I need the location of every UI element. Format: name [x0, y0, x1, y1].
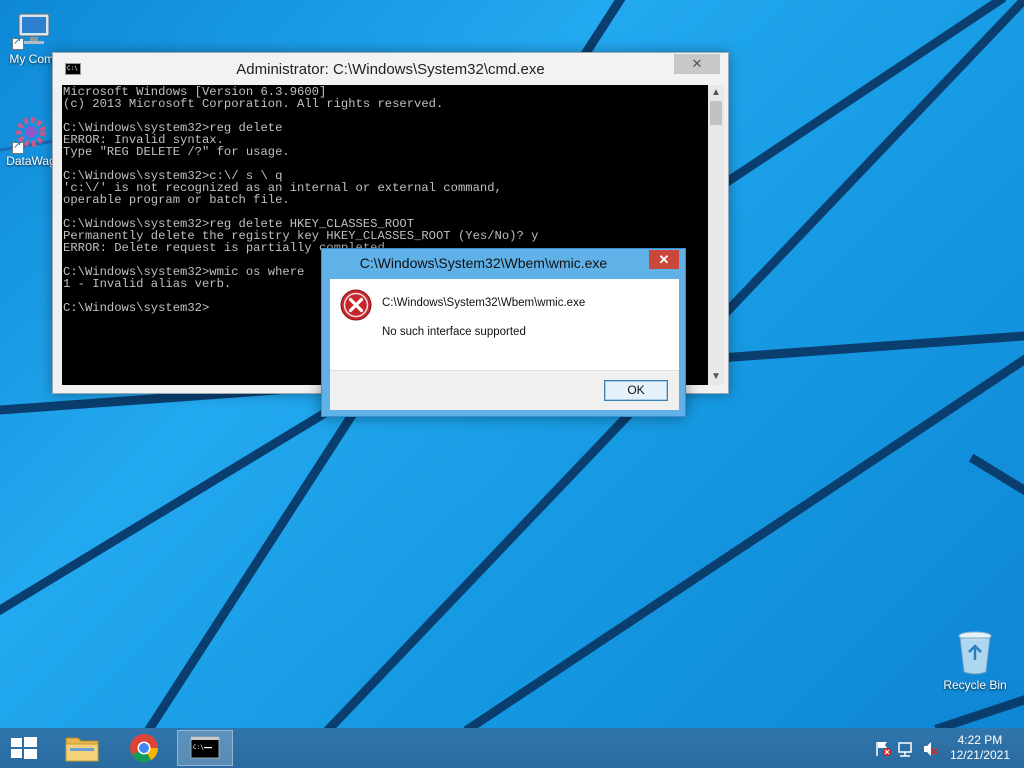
svg-text:C:\: C:\ [193, 744, 204, 751]
recycle-bin-icon [958, 631, 992, 675]
windows-start-icon [11, 737, 37, 759]
scroll-down-icon[interactable]: ▼ [708, 369, 724, 385]
action-center-flag-icon [876, 742, 891, 756]
clock-time: 4:22 PM [957, 733, 1003, 747]
scroll-up-icon[interactable]: ▲ [708, 85, 724, 101]
ok-button[interactable]: OK [604, 380, 668, 401]
taskbar-chrome[interactable] [116, 730, 172, 766]
dialog-path-text: C:\Windows\System32\Wbem\wmic.exe [382, 297, 586, 309]
tray-icons [876, 742, 938, 757]
clock-date: 12/21/2021 [949, 748, 1010, 762]
close-icon: ✕ [658, 252, 670, 267]
console-line: (c) 2013 Microsoft Corporation. All righ… [63, 97, 444, 111]
taskbar: C:\ 4:22 PM 12/21/2021 [0, 728, 1024, 768]
start-button[interactable] [0, 730, 48, 766]
desktop-icon-label: Recycle Bin [943, 678, 1007, 692]
error-icon [340, 289, 372, 321]
dialog-message: No such interface supported [382, 326, 526, 338]
error-dialog[interactable]: C:\Windows\System32\Wbem\wmic.exe ✕ C:\W… [321, 248, 686, 417]
network-icon [898, 742, 912, 757]
cmd-titlebar[interactable]: Administrator: C:\Windows\System32\cmd.e… [53, 53, 728, 85]
taskbar-command-prompt[interactable]: C:\ [177, 730, 233, 766]
close-icon: ✕ [691, 56, 703, 71]
system-tray [872, 728, 942, 768]
dialog-body: C:\Windows\System32\Wbem\wmic.exe No suc… [330, 279, 679, 370]
dialog-title: C:\Windows\System32\Wbem\wmic.exe [359, 255, 608, 271]
cmd-scrollbar[interactable]: ▲ ▼ [708, 85, 724, 385]
cmd-window-title: Administrator: C:\Windows\System32\cmd.e… [236, 61, 545, 78]
console-line: Type "REG DELETE /?" for usage. [63, 145, 290, 159]
volume-muted-icon [924, 742, 938, 756]
scroll-thumb[interactable] [710, 101, 722, 125]
cmd-icon: C:\ [190, 736, 220, 759]
dialog-close-button[interactable]: ✕ [649, 250, 679, 269]
dialog-footer: OK [330, 370, 679, 410]
desktop-icon-recycle-bin[interactable]: Recycle Bin [940, 630, 1010, 692]
console-line: operable program or batch file. [63, 193, 290, 207]
taskbar-clock[interactable]: 4:22 PM 12/21/2021 [950, 733, 1010, 763]
chrome-icon [130, 734, 158, 762]
folder-icon [65, 737, 99, 762]
taskbar-file-explorer[interactable] [54, 730, 110, 766]
cmd-close-button[interactable]: ✕ [674, 54, 720, 74]
